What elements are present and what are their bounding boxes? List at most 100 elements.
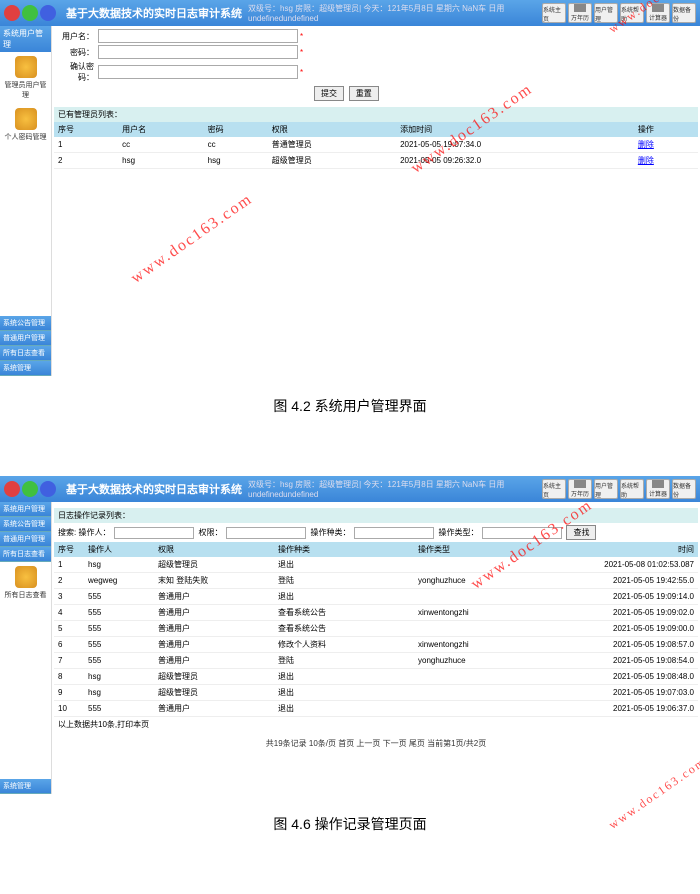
admin-icon	[15, 56, 37, 78]
sidebar-menu-system[interactable]: 系统管理	[0, 779, 51, 794]
toolbar-calc-button[interactable]: 计算器	[646, 479, 670, 499]
toolbar-help-button[interactable]: 系统帮助	[620, 3, 644, 23]
sidebar-section-users[interactable]: 系统用户管理	[0, 26, 51, 52]
required-star: *	[298, 48, 303, 57]
search-cat-label: 操作种类：	[310, 527, 350, 538]
table-row: 5555普通用户查看系统公告2021-05-05 19:09:00.0	[54, 621, 698, 637]
col-time: 添加时间	[396, 122, 634, 137]
col-cat: 操作种类	[274, 542, 414, 557]
toolbar-user-button[interactable]: 用户管理	[594, 3, 618, 23]
col-type: 操作类型	[414, 542, 588, 557]
sidebar-menu-sysuser[interactable]: 系统用户管理	[0, 502, 51, 517]
search-button[interactable]: 查找	[566, 525, 596, 540]
sidebar-item-password[interactable]: 个人密码管理	[0, 104, 51, 146]
sidebar-menu-users[interactable]: 普通用户管理	[0, 532, 51, 547]
sidebar-menu-notice[interactable]: 系统公告管理	[0, 316, 51, 331]
search-cat-input[interactable]	[354, 527, 434, 539]
table-row: 2hsghsg超级管理员2021-05-05 09:26:32.0删除	[54, 153, 698, 169]
avatar-icon	[22, 5, 38, 21]
submit-button[interactable]: 提交	[314, 86, 344, 101]
table-row: 7555普通用户登陆yonghuzhuce2021-05-05 19:08:54…	[54, 653, 698, 669]
sidebar-item-admin-users[interactable]: 管理员用户管理	[0, 52, 51, 104]
search-role-label: 权限：	[198, 527, 222, 538]
search-row: 搜索: 操作人： 权限： 操作种类： 操作类型： 查找	[54, 523, 698, 542]
required-star: *	[298, 68, 303, 77]
toolbar-calendar-button[interactable]: 万年历	[568, 3, 592, 23]
sidebar: 系统用户管理 系统公告管理 普通用户管理 所有日志查看 所有日志查看 系统管理	[0, 502, 52, 794]
table-row: 1hsg超级管理员退出2021-05-08 01:02:53.087	[54, 557, 698, 573]
col-user: 用户名	[118, 122, 204, 137]
password-icon	[15, 108, 37, 130]
col-role: 权限	[154, 542, 274, 557]
sidebar-menu-notice[interactable]: 系统公告管理	[0, 517, 51, 532]
required-star: *	[298, 32, 303, 41]
screenshot-1: www.doc163.com www.doc163.com www.doc163…	[0, 0, 700, 436]
search-user-label: 搜索: 操作人：	[58, 527, 110, 538]
avatar-icon	[40, 5, 56, 21]
sidebar-item-all-logs[interactable]: 所有日志查看	[0, 562, 51, 604]
avatar-icon	[40, 481, 56, 497]
toolbar-help-button[interactable]: 系统帮助	[620, 479, 644, 499]
col-time: 时间	[588, 542, 698, 557]
sidebar-menu-logs[interactable]: 所有日志查看	[0, 547, 51, 562]
delete-link[interactable]: 删除	[638, 156, 654, 165]
password-input[interactable]	[98, 45, 298, 59]
search-type-label: 操作类型：	[438, 527, 478, 538]
delete-link[interactable]: 删除	[638, 140, 654, 149]
col-user: 操作人	[84, 542, 154, 557]
header-toolbar: 系统主页 万年历 用户管理 系统帮助 计算器 数据备份	[538, 479, 700, 499]
table-row: 3555普通用户退出2021-05-05 19:09:14.0	[54, 589, 698, 605]
main-content: 用户名： * 密码： * 确认密码： * 提交 重置 已有管理员列表： 序号 用户名 …	[52, 26, 700, 376]
toolbar-calc-button[interactable]: 计算器	[646, 3, 670, 23]
username-input[interactable]	[98, 29, 298, 43]
logs-icon	[15, 566, 37, 588]
app-header: 基于大数据技术的实时日志审计系统 双级号：hsg 房限：超级管理员| 今天：12…	[0, 0, 700, 26]
avatar-icon	[4, 5, 20, 21]
admin-table: 序号 用户名 密码 权限 添加时间 操作 1cccc普通管理员2021-05-0…	[54, 122, 698, 169]
screenshot-2: www.doc163.com www.doc163.com 基于大数据技术的实时…	[0, 476, 700, 854]
table-row: 10555普通用户退出2021-05-05 19:06:37.0	[54, 701, 698, 717]
table-row: 1cccc普通管理员2021-05-05 19:07:34.0删除	[54, 137, 698, 153]
search-user-input[interactable]	[114, 527, 194, 539]
toolbar-backup-button[interactable]: 数据备份	[672, 479, 696, 499]
header-toolbar: 系统主页 万年历 用户管理 系统帮助 计算器 数据备份	[538, 3, 700, 23]
confirm-label: 确认密码：	[58, 61, 98, 83]
col-op: 操作	[634, 122, 698, 137]
app-title: 基于大数据技术的实时日志审计系统	[60, 5, 248, 21]
search-role-input[interactable]	[226, 527, 306, 539]
reset-button[interactable]: 重置	[349, 86, 379, 101]
header-meta: 双级号：hsg 房限：超级管理员| 今天：121年5月8日 星期六 NaN车 日…	[248, 479, 538, 499]
sidebar-menu-users[interactable]: 普通用户管理	[0, 331, 51, 346]
col-pwd: 密码	[204, 122, 268, 137]
avatar-icon	[4, 481, 20, 497]
log-table: 序号 操作人 权限 操作种类 操作类型 时间 1hsg超级管理员退出2021-0…	[54, 542, 698, 717]
toolbar-calendar-button[interactable]: 万年历	[568, 479, 592, 499]
sidebar-menu-system[interactable]: 系统管理	[0, 361, 51, 376]
admin-list-title: 已有管理员列表：	[54, 107, 698, 122]
log-list-title: 日志操作记录列表：	[54, 508, 698, 523]
header-meta: 双级号：hsg 房限：超级管理员| 今天：121年5月8日 星期六 NaN车 日…	[248, 3, 538, 23]
pager[interactable]: 共19条记录 10条/页 首页 上一页 下一页 尾页 当前第1页/共2页	[54, 732, 698, 755]
sidebar-menu-logs[interactable]: 所有日志查看	[0, 346, 51, 361]
avatar-icon	[22, 481, 38, 497]
toolbar-home-button[interactable]: 系统主页	[542, 479, 566, 499]
toolbar-user-button[interactable]: 用户管理	[594, 479, 618, 499]
table-row: 9hsg超级管理员退出2021-05-05 19:07:03.0	[54, 685, 698, 701]
confirm-input[interactable]	[98, 65, 298, 79]
header-avatar-icons	[0, 481, 60, 497]
username-label: 用户名：	[58, 31, 98, 42]
sidebar: 系统用户管理 管理员用户管理 个人密码管理 系统公告管理 普通用户管理 所有日志…	[0, 26, 52, 376]
table-row: 2wegweg末知 登陆失败登陆yonghuzhuce2021-05-05 19…	[54, 573, 698, 589]
search-type-input[interactable]	[482, 527, 562, 539]
toolbar-home-button[interactable]: 系统主页	[542, 3, 566, 23]
app-header: 基于大数据技术的实时日志审计系统 双级号：hsg 房限：超级管理员| 今天：12…	[0, 476, 700, 502]
password-label: 密码：	[58, 47, 98, 58]
table-row: 6555普通用户修改个人资料xinwentongzhi2021-05-05 19…	[54, 637, 698, 653]
header-avatar-icons	[0, 5, 60, 21]
figure-caption: 图 4.6 操作记录管理页面	[0, 794, 700, 854]
main-content: 日志操作记录列表： 搜索: 操作人： 权限： 操作种类： 操作类型： 查找 序号…	[52, 502, 700, 794]
col-role: 权限	[268, 122, 396, 137]
toolbar-backup-button[interactable]: 数据备份	[672, 3, 696, 23]
app-title: 基于大数据技术的实时日志审计系统	[60, 481, 248, 497]
col-no: 序号	[54, 122, 118, 137]
